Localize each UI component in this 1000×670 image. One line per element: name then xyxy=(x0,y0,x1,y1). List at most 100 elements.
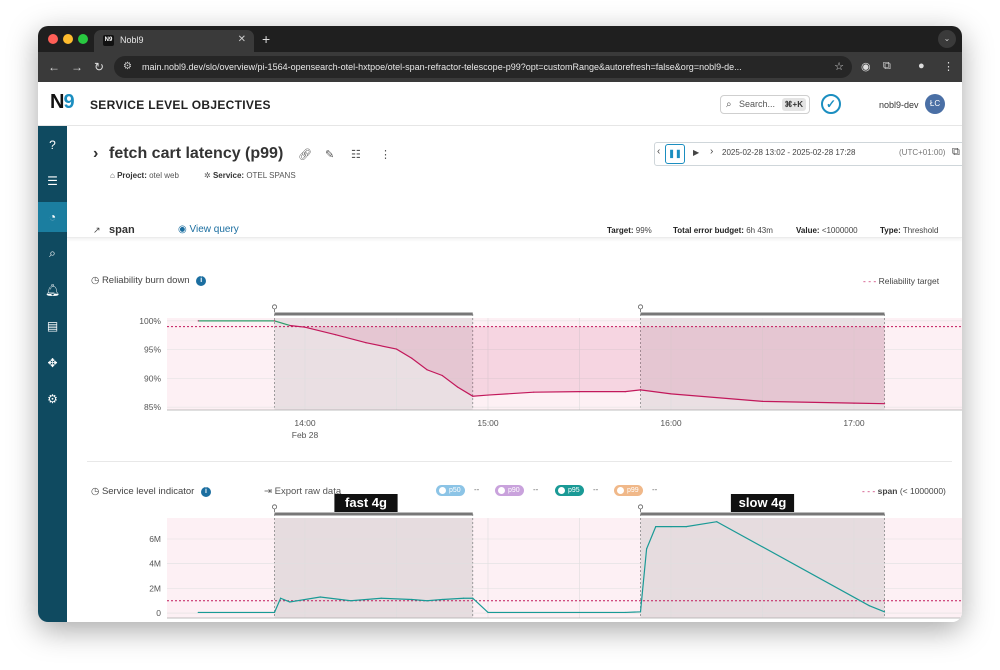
slo-title: fetch cart latency (p99) xyxy=(109,145,284,162)
adjust-icon[interactable]: ☷ xyxy=(351,148,361,161)
x-tick-label: 16:00 xyxy=(660,418,682,428)
avatar[interactable]: ŁC xyxy=(925,94,945,114)
y-tick-label: 85% xyxy=(144,402,161,412)
data-point xyxy=(289,324,291,327)
y-tick-label: 4M xyxy=(149,559,161,569)
burn-down-title-text: Reliability burn down xyxy=(101,275,190,286)
burn-down-title: ◷ Reliability burn down i xyxy=(91,275,207,286)
search-placeholder: Search... xyxy=(739,99,776,109)
highlight-range xyxy=(274,518,473,618)
link-icon[interactable]: 🔗︎ xyxy=(298,148,312,161)
org-name[interactable]: nobl9-dev xyxy=(879,100,919,110)
sli-chart[interactable]: ⚲ ⚲ 6M 4M 2M 0 fast 4g slow 4g xyxy=(67,494,962,622)
nobl9-logo[interactable]: N9 xyxy=(50,91,75,114)
main-content: › fetch cart latency (p99) 🔗︎ ✎ ☷ ⋮ ⌂ Pr… xyxy=(67,126,962,622)
y-tick-label: 90% xyxy=(144,373,161,383)
pause-button[interactable]: ❚❚ xyxy=(665,144,685,164)
extension-icon[interactable]: ◉ xyxy=(861,60,871,73)
service-value: OTEL SPANS xyxy=(246,171,296,180)
settings-icon[interactable]: ⚙ xyxy=(38,384,67,414)
integrations-icon[interactable]: ✥ xyxy=(38,348,67,378)
data-point xyxy=(624,611,626,614)
app-header: N9 SERVICE LEVEL OBJECTIVES ⌕ Search... … xyxy=(38,82,962,126)
list-icon[interactable]: ☰ xyxy=(38,166,67,196)
data-point xyxy=(716,521,718,523)
target-line-swatch: - - - xyxy=(863,276,877,286)
x-tick-sublabel: Feb 28 xyxy=(292,430,319,440)
data-point xyxy=(487,394,489,396)
url-text: main.nobl9.dev/slo/overview/pi-1564-open… xyxy=(142,62,742,72)
data-point xyxy=(319,596,321,598)
edit-icon[interactable]: ✎ xyxy=(325,148,334,161)
puzzle-icon[interactable]: ⧉ xyxy=(883,60,891,73)
expand-chevron-icon[interactable]: › xyxy=(93,145,98,163)
project-label: Project: xyxy=(117,171,147,180)
browser-tab[interactable]: N9 Nobl9 ✕ xyxy=(94,30,254,52)
burn-down-icon: ◷ xyxy=(91,275,100,286)
data-point xyxy=(853,402,855,404)
data-point xyxy=(670,526,672,528)
data-point xyxy=(426,600,428,602)
bell-icon[interactable]: 🔔︎ xyxy=(38,275,67,305)
search-icon[interactable]: ⌕ xyxy=(38,238,67,268)
y-tick-label: 0 xyxy=(156,608,161,618)
project-value: otel web xyxy=(149,171,179,180)
data-point xyxy=(533,391,535,393)
data-point xyxy=(395,348,398,350)
report-icon[interactable]: ▤ xyxy=(38,311,67,341)
profile-icon[interactable]: ● xyxy=(918,60,925,72)
back-icon[interactable]: ← xyxy=(48,60,60,74)
range-pin-icon: ⚲ xyxy=(637,503,644,513)
bookmark-star-icon[interactable]: ☆ xyxy=(834,56,844,78)
slo-icon[interactable]: ◔ xyxy=(38,202,67,232)
url-input[interactable]: ⚙ main.nobl9.dev/slo/overview/pi-1564-op… xyxy=(114,56,852,78)
service-icon: ✲ xyxy=(204,171,211,180)
data-point xyxy=(578,391,581,393)
data-point xyxy=(365,342,367,344)
data-point xyxy=(646,548,648,550)
data-point xyxy=(273,320,276,322)
x-tick-label: 15:00 xyxy=(477,418,499,428)
objective-icon: ↗ xyxy=(93,225,101,235)
data-point xyxy=(273,611,276,614)
data-point xyxy=(197,320,199,322)
copy-icon[interactable]: ⧉ xyxy=(952,146,960,159)
time-range-control: ‹ ❚❚ ▶ › 2025-02-28 13:02 - 2025-02-28 1… xyxy=(654,142,962,166)
y-tick-label: 2M xyxy=(149,583,161,593)
pill-p90-value: -- xyxy=(533,485,539,494)
browser-menu-icon[interactable]: ⋮ xyxy=(943,60,954,73)
slo-status-icon[interactable]: ✓ xyxy=(821,94,841,114)
maximize-window-icon[interactable] xyxy=(78,34,88,44)
play-icon[interactable]: ▶ xyxy=(693,148,699,157)
favicon-icon: N9 xyxy=(103,35,114,46)
time-range-text[interactable]: 2025-02-28 13:02 - 2025-02-28 17:28 xyxy=(722,148,855,157)
search-input[interactable]: ⌕ Search... ⌘+K xyxy=(720,95,810,114)
help-icon[interactable]: ? xyxy=(38,130,67,160)
range-pin-icon: ⚲ xyxy=(271,503,278,513)
info-icon[interactable]: i xyxy=(196,276,207,286)
timezone-text: (UTC+01:00) xyxy=(899,148,946,157)
reload-icon[interactable]: ↻ xyxy=(94,60,104,74)
objective-name: span xyxy=(109,224,135,236)
burn-down-chart[interactable]: ⚲ ⚲ 100% 95% 90% 85% 14:00 15:00 16:00 17:00 Feb 2… xyxy=(67,298,962,458)
data-point xyxy=(487,611,489,614)
minimize-window-icon[interactable] xyxy=(63,34,73,44)
range-pin-icon: ⚲ xyxy=(271,303,278,313)
reliability-target-legend-label: Reliability target xyxy=(878,276,940,286)
service-label: Service: xyxy=(212,171,245,180)
prev-range-icon[interactable]: ‹ xyxy=(657,146,660,157)
site-info-icon[interactable]: ⚙ xyxy=(123,56,132,78)
tab-search-icon[interactable]: ⌄ xyxy=(938,30,956,48)
forward-icon[interactable]: → xyxy=(71,60,83,74)
data-point xyxy=(639,611,642,613)
type-stat: Type: Threshold xyxy=(880,226,939,235)
close-tab-icon[interactable]: ✕ xyxy=(238,34,246,45)
new-tab-icon[interactable]: + xyxy=(262,31,270,47)
next-range-icon[interactable]: › xyxy=(710,146,713,157)
view-query-link[interactable]: ◉ View query xyxy=(178,224,239,235)
pill-p99-value: -- xyxy=(652,485,658,494)
close-window-icon[interactable] xyxy=(48,34,58,44)
data-point xyxy=(883,611,886,613)
address-bar: ← → ↻ ⚙ main.nobl9.dev/slo/overview/pi-1… xyxy=(38,52,962,82)
more-icon[interactable]: ⋮ xyxy=(380,148,391,161)
